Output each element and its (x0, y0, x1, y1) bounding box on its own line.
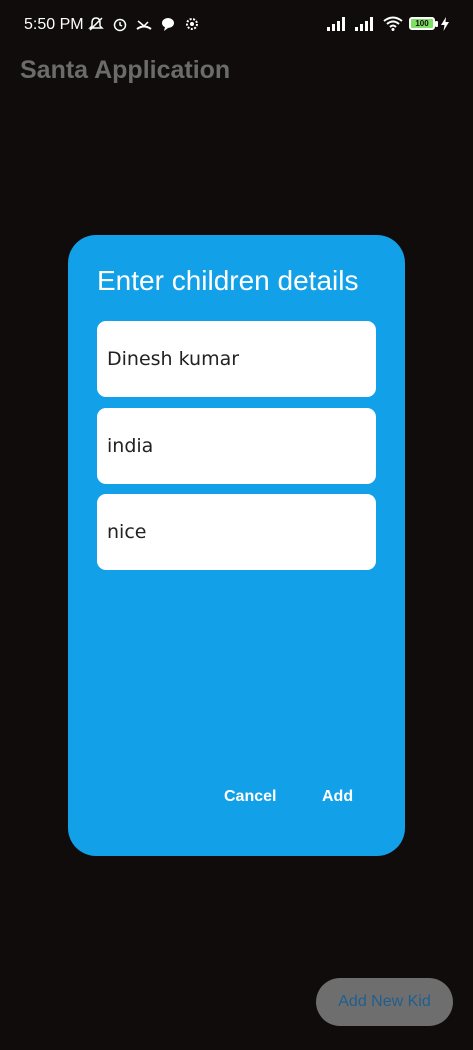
name-input[interactable] (97, 321, 376, 397)
notification-icons (88, 16, 200, 32)
add-button[interactable]: Add (322, 780, 353, 814)
status-time: 5:50 PM (24, 16, 84, 33)
signal-1-icon (327, 16, 349, 31)
system-icons: 100 (327, 16, 449, 31)
cancel-button[interactable]: Cancel (224, 780, 276, 814)
alarm-icon (112, 16, 128, 32)
name-field[interactable] (97, 321, 376, 397)
missed-call-icon (136, 16, 152, 32)
add-new-kid-button[interactable]: Add New Kid (316, 978, 453, 1026)
wifi-icon (383, 16, 403, 31)
mute-bell-icon (88, 16, 104, 32)
chat-icon (160, 16, 176, 32)
country-field[interactable] (97, 408, 376, 484)
app-title: Santa Application (20, 56, 231, 84)
settings-gear-icon (184, 16, 200, 32)
status-field[interactable] (97, 494, 376, 570)
app-screen: 5:50 PM 100 Santa Application Enter chil… (0, 0, 473, 1050)
dialog-actions: Cancel Add (68, 780, 405, 816)
status-input[interactable] (97, 494, 376, 570)
country-input[interactable] (97, 408, 376, 484)
status-bar: 5:50 PM 100 (0, 0, 473, 52)
signal-2-icon (355, 16, 377, 31)
children-details-dialog: Enter children details Cancel Add (68, 235, 405, 856)
charging-icon (441, 16, 449, 31)
dialog-title: Enter children details (97, 265, 359, 296)
battery-icon: 100 (409, 17, 438, 30)
